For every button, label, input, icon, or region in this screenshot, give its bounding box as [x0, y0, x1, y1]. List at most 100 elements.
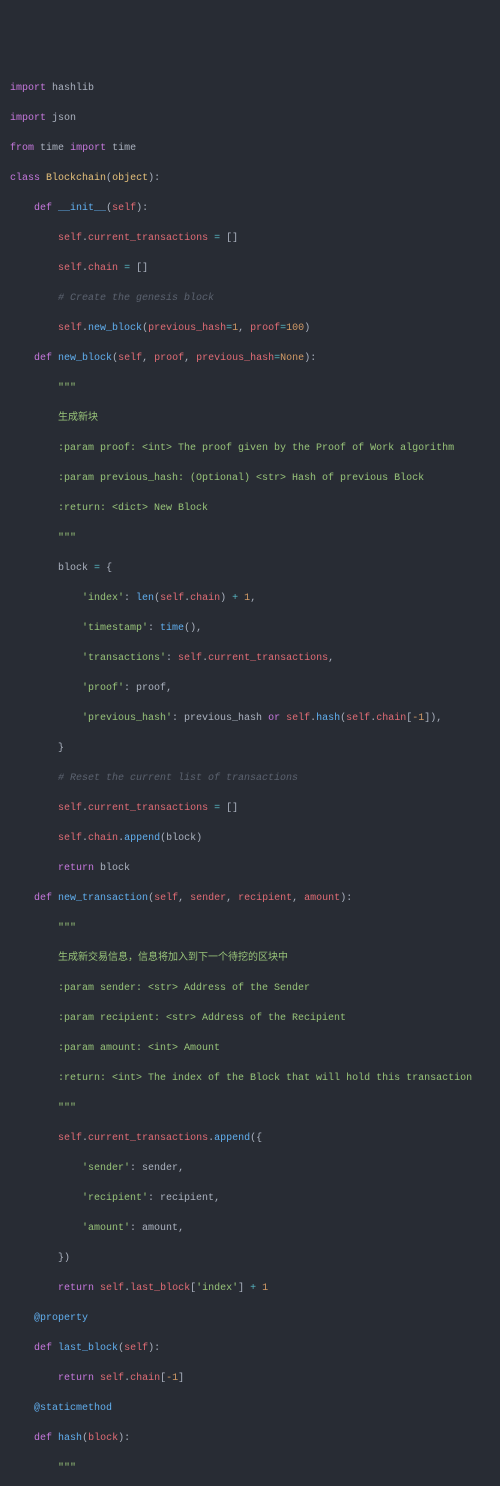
colon: :	[346, 893, 352, 904]
comment: # Reset the current list of transactions	[58, 773, 298, 784]
number: 1	[232, 323, 238, 334]
builtin: len	[136, 593, 154, 604]
module-name: hashlib	[52, 83, 94, 94]
colon: :	[310, 353, 316, 364]
code-line: import hashlib	[10, 81, 490, 96]
module-name: time	[40, 143, 64, 154]
docstring-quote: """	[58, 923, 76, 934]
op-eq: =	[94, 563, 100, 574]
var: recipient	[160, 1193, 214, 1204]
var: sender	[142, 1163, 178, 1174]
var: proof	[136, 683, 166, 694]
value: []	[226, 803, 238, 814]
comment: # Create the genesis block	[58, 293, 214, 304]
docstring: :param sender: <str> Address of the Send…	[58, 983, 310, 994]
colon: :	[124, 1433, 130, 1444]
docstring-quote: """	[58, 383, 76, 394]
dict-key: 'recipient'	[82, 1193, 148, 1204]
attr: chain	[130, 1373, 160, 1384]
code-line: # Create the genesis block	[10, 291, 490, 306]
keyword-or: or	[268, 713, 280, 724]
self-ref: self	[100, 1373, 124, 1384]
code-line: block = {	[10, 561, 490, 576]
param: sender	[190, 893, 226, 904]
self-ref: self	[58, 323, 82, 334]
brace: {	[106, 563, 112, 574]
code-line: self.current_transactions.append({	[10, 1131, 490, 1146]
dict-key: 'index'	[196, 1283, 238, 1294]
param-self: self	[118, 353, 142, 364]
dict-key: 'previous_hash'	[82, 713, 172, 724]
brace: ({	[250, 1133, 262, 1144]
code-line: def new_transaction(self, sender, recipi…	[10, 891, 490, 906]
code-line: 生成新交易信息，信息将加入到下一个待挖的区块中	[10, 951, 490, 966]
brace: }	[58, 743, 64, 754]
method-call: hash	[316, 713, 340, 724]
number: 1	[262, 1283, 268, 1294]
code-line: 'transactions': self.current_transaction…	[10, 651, 490, 666]
attr: current_transactions	[88, 1133, 208, 1144]
self-ref: self	[58, 263, 82, 274]
code-line: """	[10, 1461, 490, 1476]
dict-key: 'proof'	[82, 683, 124, 694]
code-line: self.current_transactions = []	[10, 801, 490, 816]
code-line: """	[10, 921, 490, 936]
attr: current_transactions	[208, 653, 328, 664]
brace: })	[58, 1253, 70, 1264]
var: amount	[142, 1223, 178, 1234]
code-line: @property	[10, 1311, 490, 1326]
attr: chain	[376, 713, 406, 724]
number: -1	[412, 713, 424, 724]
op-eq: =	[214, 803, 220, 814]
const-none: None	[280, 353, 304, 364]
dict-key: 'amount'	[82, 1223, 130, 1234]
code-line: class Blockchain(object):	[10, 171, 490, 186]
keyword-return: return	[58, 863, 94, 874]
code-line: """	[10, 1101, 490, 1116]
param-self: self	[112, 203, 136, 214]
param: proof	[154, 353, 184, 364]
code-line: @staticmethod	[10, 1401, 490, 1416]
code-line: self.current_transactions = []	[10, 231, 490, 246]
docstring: :return: <int> The index of the Block th…	[58, 1073, 472, 1084]
dict-key: 'index'	[82, 593, 124, 604]
code-line: 'index': len(self.chain) + 1,	[10, 591, 490, 606]
code-line: self.new_block(previous_hash=1, proof=10…	[10, 321, 490, 336]
keyword-def: def	[34, 1343, 52, 1354]
dict-key: 'sender'	[82, 1163, 130, 1174]
code-line: 'previous_hash': previous_hash or self.h…	[10, 711, 490, 726]
value: []	[226, 233, 238, 244]
self-ref: self	[58, 233, 82, 244]
code-line: :param sender: <str> Address of the Send…	[10, 981, 490, 996]
name: time	[112, 143, 136, 154]
number: 1	[244, 593, 250, 604]
docstring: 生成新交易信息，信息将加入到下一个待挖的区块中	[58, 953, 288, 964]
attr: chain	[88, 263, 118, 274]
method-name: hash	[58, 1433, 82, 1444]
param-self: self	[154, 893, 178, 904]
keyword-from: from	[10, 143, 34, 154]
attr: chain	[190, 593, 220, 604]
param: recipient	[238, 893, 292, 904]
op-plus: +	[232, 593, 238, 604]
code-line: :param proof: <int> The proof given by t…	[10, 441, 490, 456]
value: []	[136, 263, 148, 274]
code-block: import hashlib import json from time imp…	[10, 66, 490, 1486]
self-ref: self	[58, 833, 82, 844]
code-line: :param amount: <int> Amount	[10, 1041, 490, 1056]
code-line: 'timestamp': time(),	[10, 621, 490, 636]
code-line: 生成新块	[10, 411, 490, 426]
base-class: object	[112, 173, 148, 184]
code-line: """	[10, 381, 490, 396]
keyword-def: def	[34, 203, 52, 214]
code-line: def last_block(self):	[10, 1341, 490, 1356]
docstring: :param recipient: <str> Address of the R…	[58, 1013, 346, 1024]
op-plus: +	[250, 1283, 256, 1294]
code-line: })	[10, 1251, 490, 1266]
code-line: self.chain = []	[10, 261, 490, 276]
arg: block	[166, 833, 196, 844]
docstring-quote: """	[58, 1103, 76, 1114]
docstring: :return: <dict> New Block	[58, 503, 208, 514]
docstring: :param proof: <int> The proof given by t…	[58, 443, 454, 454]
keyword-return: return	[58, 1373, 94, 1384]
